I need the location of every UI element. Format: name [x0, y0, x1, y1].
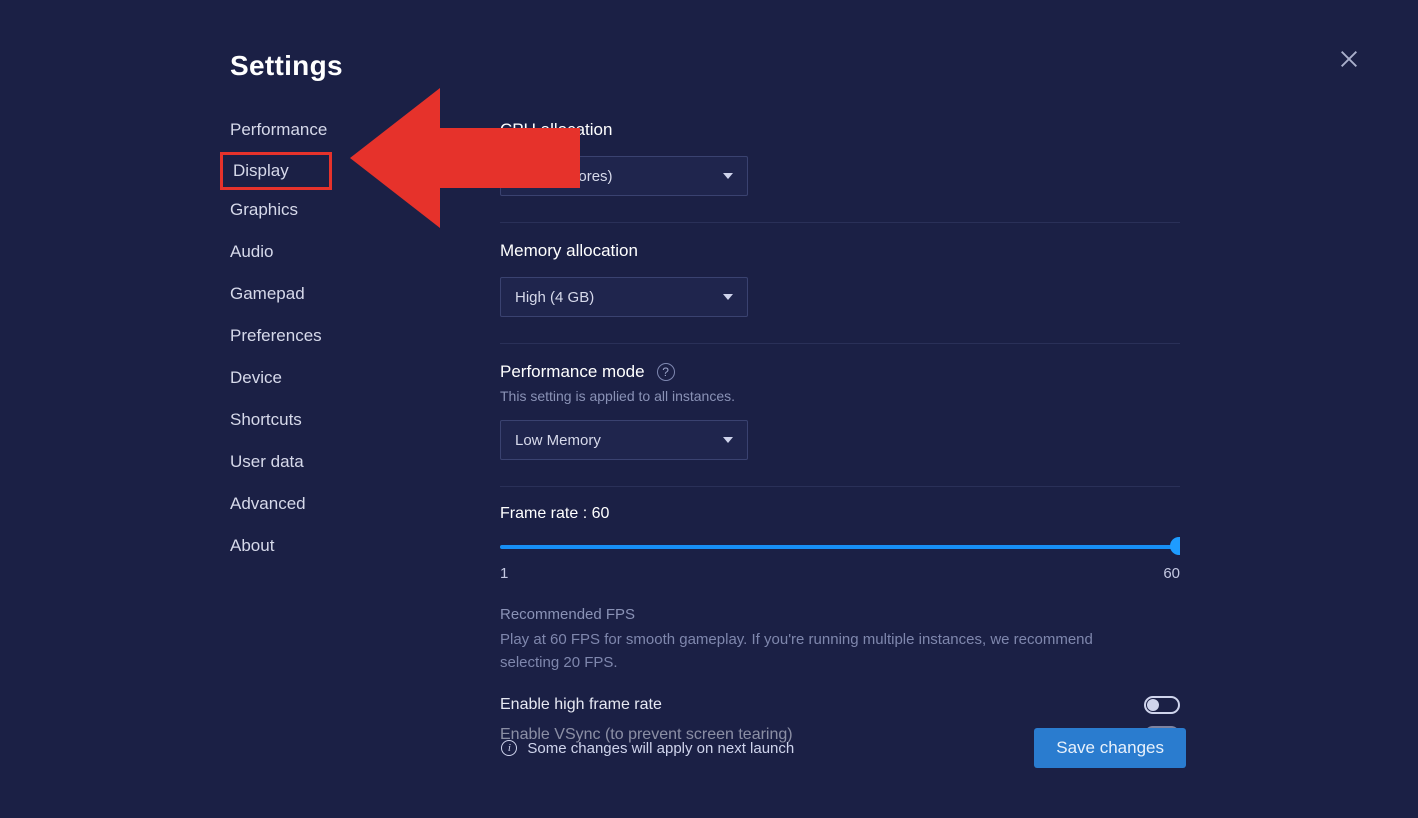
frame-title-prefix: Frame rate : — [500, 505, 592, 522]
slider-max: 60 — [1163, 565, 1180, 582]
recommended-fps: Recommended FPS Play at 60 FPS for smoot… — [500, 606, 1180, 674]
footer-note-text: Some changes will apply on next launch — [527, 740, 794, 757]
cpu-section: CPU allocation High (4 Cores) — [500, 120, 1180, 223]
settings-sidebar: Performance Display Graphics Audio Gamep… — [230, 112, 500, 752]
slider-range-labels: 1 60 — [500, 565, 1180, 582]
high-frame-rate-toggle[interactable] — [1144, 696, 1180, 714]
close-button[interactable] — [1338, 48, 1360, 70]
sidebar-item-about[interactable]: About — [230, 528, 480, 564]
chevron-down-icon — [723, 437, 733, 443]
sidebar-item-user-data[interactable]: User data — [230, 444, 480, 480]
cpu-select[interactable]: High (4 Cores) — [500, 156, 748, 196]
memory-select[interactable]: High (4 GB) — [500, 277, 748, 317]
sidebar-item-advanced[interactable]: Advanced — [230, 486, 480, 522]
perfmode-section: Performance mode ? This setting is appli… — [500, 344, 1180, 487]
sidebar-item-audio[interactable]: Audio — [230, 234, 480, 270]
frame-rate-slider[interactable] — [500, 535, 1180, 559]
recommended-body: Play at 60 FPS for smooth gameplay. If y… — [500, 629, 1140, 674]
perfmode-subtitle: This setting is applied to all instances… — [500, 388, 1180, 404]
sidebar-item-device[interactable]: Device — [230, 360, 480, 396]
sidebar-item-shortcuts[interactable]: Shortcuts — [230, 402, 480, 438]
close-icon — [1338, 48, 1360, 70]
frame-section: Frame rate : 60 1 60 Recommended FPS Pla… — [500, 487, 1180, 752]
sidebar-item-preferences[interactable]: Preferences — [230, 318, 480, 354]
info-icon: i — [501, 740, 517, 756]
save-changes-button[interactable]: Save changes — [1034, 728, 1186, 768]
slider-track — [500, 545, 1180, 549]
slider-min: 1 — [500, 565, 508, 582]
memory-title: Memory allocation — [500, 241, 1180, 261]
chevron-down-icon — [723, 173, 733, 179]
slider-thumb[interactable] — [1170, 537, 1180, 555]
sidebar-item-gamepad[interactable]: Gamepad — [230, 276, 480, 312]
sidebar-item-display[interactable]: Display — [220, 152, 332, 190]
perfmode-select[interactable]: Low Memory — [500, 420, 748, 460]
perfmode-title-text: Performance mode — [500, 362, 645, 382]
perfmode-select-value: Low Memory — [515, 432, 601, 449]
page-title: Settings — [230, 50, 1418, 82]
recommended-title: Recommended FPS — [500, 606, 1180, 623]
frame-title-value: 60 — [592, 505, 610, 522]
sidebar-item-performance[interactable]: Performance — [230, 112, 480, 148]
frame-title: Frame rate : 60 — [500, 505, 1180, 523]
chevron-down-icon — [723, 294, 733, 300]
high-frame-rate-row: Enable high frame rate — [500, 696, 1180, 714]
perfmode-title: Performance mode ? — [500, 362, 1180, 382]
memory-select-value: High (4 GB) — [515, 289, 594, 306]
sidebar-item-graphics[interactable]: Graphics — [230, 192, 480, 228]
memory-section: Memory allocation High (4 GB) — [500, 223, 1180, 344]
footer-note: i Some changes will apply on next launch — [501, 740, 794, 757]
settings-content: CPU allocation High (4 Cores) Memory all… — [500, 112, 1180, 752]
cpu-select-value: High (4 Cores) — [515, 168, 613, 185]
cpu-title: CPU allocation — [500, 120, 1180, 140]
help-icon[interactable]: ? — [657, 363, 675, 381]
high-frame-rate-label: Enable high frame rate — [500, 696, 662, 714]
